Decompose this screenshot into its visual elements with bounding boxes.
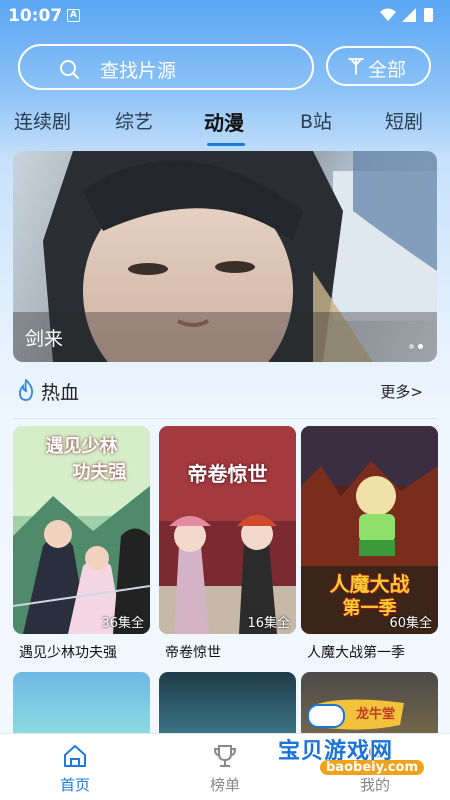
wifi-icon — [380, 8, 396, 21]
search-input[interactable]: 查找片源 — [18, 44, 314, 90]
poster-text: 功夫强 — [72, 462, 127, 483]
search-placeholder: 查找片源 — [100, 60, 177, 82]
section-title: 热血 — [41, 382, 80, 404]
status-bar: 10:07 A — [0, 0, 450, 30]
more-link[interactable]: 更多> — [380, 381, 423, 402]
active-tab-indicator — [207, 143, 245, 146]
watermark-url: baobeiy.com — [320, 760, 424, 775]
card-title: 帝卷惊世 — [165, 645, 221, 661]
pager-dot — [409, 344, 414, 349]
filter-label: 全部 — [368, 59, 407, 81]
search-icon — [60, 60, 79, 79]
nav-label: 榜单 — [209, 776, 240, 794]
episode-badge: 60集全 — [389, 616, 432, 631]
watermark: 龙牛堂 宝贝游戏网 baobeiy.com — [270, 697, 430, 787]
tab-variety[interactable]: 综艺 — [115, 107, 153, 134]
status-time: 10:07 — [8, 6, 63, 26]
card-poster: 帝卷惊世 16集全 — [159, 426, 296, 634]
trophy-icon — [213, 745, 237, 767]
video-card[interactable]: 人魔大战 第一季 60集全 人魔大战第一季 — [301, 426, 438, 661]
nav-ranking[interactable]: 榜单 — [190, 742, 260, 795]
nav-label: 首页 — [59, 776, 90, 794]
filter-icon — [348, 58, 364, 75]
signal-icon — [402, 8, 416, 22]
episode-badge: 16集全 — [247, 616, 290, 631]
video-card[interactable]: 帝卷惊世 16集全 帝卷惊世 — [159, 426, 296, 661]
card-title: 人魔大战第一季 — [307, 645, 405, 661]
section-divider — [13, 418, 437, 419]
notification-icon: A — [67, 9, 80, 22]
card-poster: 人魔大战 第一季 60集全 — [301, 426, 438, 634]
banner-caption-overlay — [13, 312, 437, 362]
episode-badge: 36集全 — [101, 616, 144, 631]
card-title: 遇见少林功夫强 — [19, 645, 117, 661]
watermark-badge: 龙牛堂 — [356, 707, 396, 722]
featured-banner[interactable]: 剑来 — [13, 151, 437, 362]
flame-icon — [19, 379, 34, 401]
banner-title: 剑来 — [25, 328, 64, 350]
tab-bilibili[interactable]: B站 — [300, 107, 332, 134]
card-poster: 遇见少林 功夫强 36集全 — [13, 426, 150, 634]
category-tabs: 连续剧 综艺 动漫 B站 短剧 — [0, 100, 450, 150]
status-icons — [380, 8, 433, 22]
section-header: 热血 更多> — [13, 374, 437, 408]
filter-button[interactable]: 全部 — [326, 46, 431, 86]
battery-icon — [424, 8, 433, 22]
tab-series[interactable]: 连续剧 — [14, 107, 71, 134]
tab-anime[interactable]: 动漫 — [204, 107, 244, 136]
banner-pager — [405, 334, 423, 353]
video-card[interactable] — [13, 672, 150, 742]
nav-home[interactable]: 首页 — [40, 742, 110, 795]
pager-dot-active — [418, 344, 423, 349]
poster-text: 遇见少林 — [45, 436, 118, 457]
poster-text: 帝卷惊世 — [187, 462, 268, 486]
tab-short-drama[interactable]: 短剧 — [385, 107, 423, 134]
video-card[interactable]: 遇见少林 功夫强 36集全 遇见少林功夫强 — [13, 426, 150, 661]
poster-text: 人魔大战 — [329, 572, 410, 596]
home-icon — [64, 745, 86, 767]
